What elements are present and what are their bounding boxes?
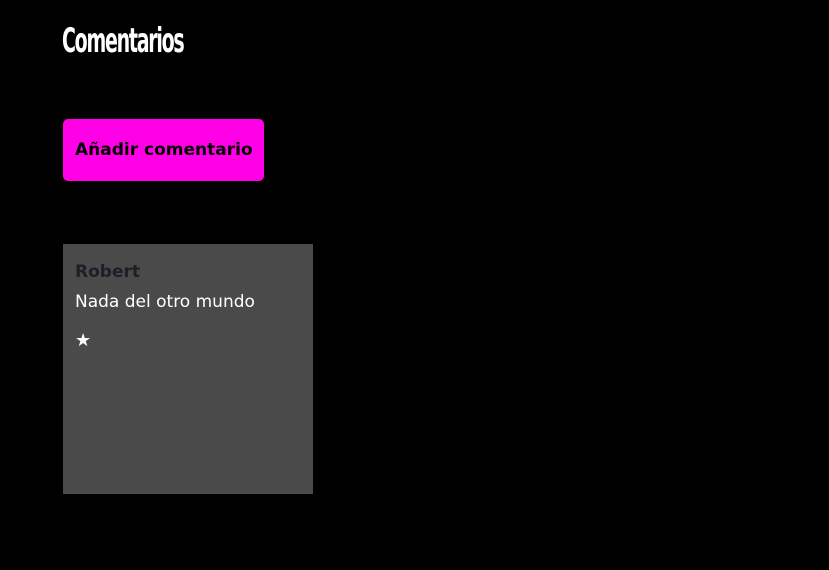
- comment-author: Robert: [75, 262, 140, 282]
- star-icon: ★: [75, 330, 92, 351]
- comment-text: Nada del otro mundo: [75, 292, 255, 312]
- page-title: Comentarios: [62, 21, 185, 61]
- add-comment-button[interactable]: Añadir comentario: [63, 119, 264, 181]
- comment-card: Robert Nada del otro mundo ★: [63, 244, 313, 494]
